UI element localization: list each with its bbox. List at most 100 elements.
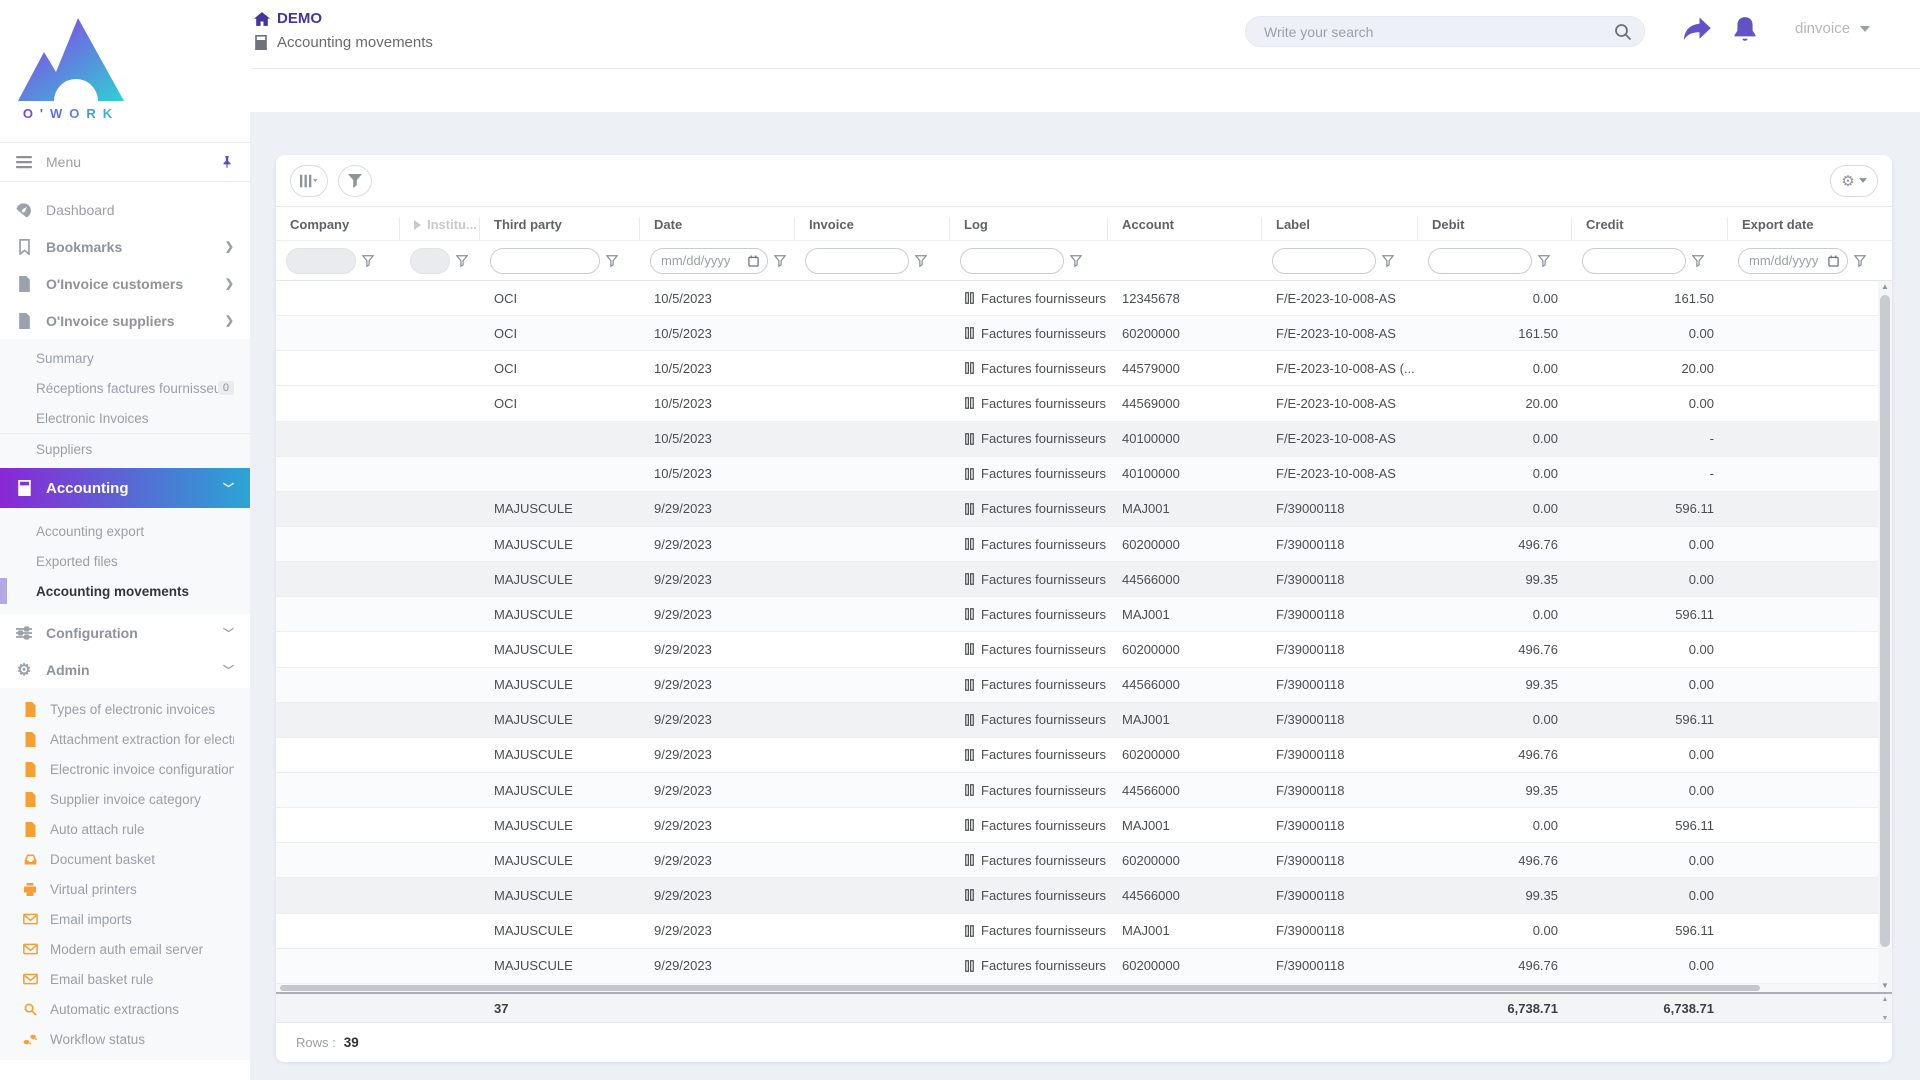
filter-button[interactable] — [338, 164, 372, 197]
column-header-institution[interactable]: Institu... — [400, 217, 480, 240]
vertical-scrollbar[interactable]: ▲ ▼ — [1878, 281, 1892, 992]
cell-date: 9/29/2023 — [654, 571, 712, 587]
sidebar-item-electronic-invoice-configuration[interactable]: Electronic invoice configuration — [0, 754, 250, 784]
filter-funnel-icon[interactable] — [1854, 254, 1866, 267]
column-header-credit[interactable]: Credit — [1572, 217, 1728, 240]
filter-funnel-icon[interactable] — [774, 254, 786, 267]
table-row[interactable]: MAJUSCULE 9/29/2023 Factures fournisseur… — [276, 491, 1892, 527]
columns-button[interactable] — [290, 164, 328, 197]
sidebar-item-oinvoice-suppliers[interactable]: O'Invoice suppliers ❯ — [0, 302, 250, 339]
filter-funnel-icon[interactable] — [1382, 254, 1394, 267]
user-menu[interactable]: dinvoice — [1795, 20, 1871, 37]
share-icon[interactable] — [1682, 16, 1712, 44]
filter-label-input[interactable] — [1272, 247, 1376, 274]
filter-log-input[interactable] — [960, 247, 1064, 274]
cell-third-party: OCI — [494, 325, 518, 341]
search-input[interactable] — [1264, 23, 1614, 40]
filter-credit-input[interactable] — [1582, 247, 1686, 274]
sidebar-item-configuration[interactable]: Configuration ﹀ — [0, 614, 250, 651]
filter-invoice-input[interactable] — [805, 247, 909, 274]
table-row[interactable]: MAJUSCULE 9/29/2023 Factures fournisseur… — [276, 562, 1892, 598]
sidebar-item-accounting[interactable]: Accounting ﹀ — [0, 468, 250, 508]
table-row[interactable]: MAJUSCULE 9/29/2023 Factures fournisseur… — [276, 632, 1892, 668]
cell-account: MAJ001 — [1122, 817, 1170, 833]
horizontal-scrollbar[interactable] — [276, 984, 1892, 992]
sidebar-item-email-imports[interactable]: Email imports — [0, 904, 250, 934]
filter-funnel-icon[interactable] — [1692, 254, 1704, 267]
sidebar-item-modern-auth-email-server[interactable]: Modern auth email server — [0, 934, 250, 964]
column-header-export-date[interactable]: Export date — [1728, 217, 1878, 240]
table-row[interactable]: MAJUSCULE 9/29/2023 Factures fournisseur… — [276, 843, 1892, 879]
sidebar-item-exported-files[interactable]: Exported files — [0, 546, 250, 576]
table-row[interactable]: 10/5/2023 Factures fournisseurs 40100000… — [276, 456, 1892, 492]
sidebar-item-automatic-extractions[interactable]: Automatic extractions — [0, 994, 250, 1024]
table-row[interactable]: MAJUSCULE 9/29/2023 Factures fournisseur… — [276, 667, 1892, 703]
search-icon[interactable] — [1614, 23, 1632, 41]
sidebar-item-oinvoice-customers[interactable]: O'Invoice customers ❯ — [0, 265, 250, 302]
logo[interactable]: O'WORK — [16, 10, 126, 121]
column-header-third-party[interactable]: Third party — [480, 217, 640, 240]
table-row[interactable]: MAJUSCULE 9/29/2023 Factures fournisseur… — [276, 702, 1892, 738]
table-settings-button[interactable]: ⚙ — [1830, 164, 1878, 197]
sidebar-item-attachment-extraction[interactable]: Attachment extraction for electroni — [0, 724, 250, 754]
filter-third-party-input[interactable] — [490, 247, 600, 274]
scroll-up-icon[interactable]: ▲ — [1881, 281, 1889, 293]
column-header-company[interactable]: Company — [276, 217, 400, 240]
horizontal-scrollbar-thumb[interactable] — [280, 985, 1760, 991]
table-row[interactable]: OCI 10/5/2023 Factures fournisseurs 4456… — [276, 386, 1892, 422]
column-header-label[interactable]: Label — [1262, 217, 1418, 240]
filter-funnel-icon[interactable] — [606, 254, 618, 267]
table-row[interactable]: MAJUSCULE 9/29/2023 Factures fournisseur… — [276, 597, 1892, 633]
vertical-scrollbar-thumb[interactable] — [1880, 295, 1890, 947]
sidebar-item-summary[interactable]: Summary — [0, 343, 250, 373]
sidebar-item-workflow-status[interactable]: Workflow status — [0, 1024, 250, 1054]
column-header-date[interactable]: Date — [640, 217, 795, 240]
column-header-account[interactable]: Account — [1108, 217, 1262, 240]
table-row[interactable]: OCI 10/5/2023 Factures fournisseurs 6020… — [276, 316, 1892, 352]
breadcrumb-home[interactable]: DEMO — [254, 10, 433, 27]
column-header-log[interactable]: Log — [950, 217, 1108, 240]
gear-icon: ⚙ — [1841, 172, 1855, 190]
sidebar-item-email-basket-rule[interactable]: Email basket rule — [0, 964, 250, 994]
table-row[interactable]: MAJUSCULE 9/29/2023 Factures fournisseur… — [276, 948, 1892, 984]
sidebar-item-accounting-export[interactable]: Accounting export — [0, 516, 250, 546]
hamburger-icon[interactable] — [16, 155, 32, 169]
sidebar-item-electronic-invoices[interactable]: Electronic Invoices — [0, 403, 250, 433]
filter-export-date-input[interactable]: mm/dd/yyyy — [1738, 247, 1848, 274]
sidebar-item-admin[interactable]: ⚙ Admin ﹀ — [0, 651, 250, 688]
table-row[interactable]: OCI 10/5/2023 Factures fournisseurs 1234… — [276, 281, 1892, 317]
filter-debit-input[interactable] — [1428, 247, 1532, 274]
bell-icon[interactable] — [1732, 16, 1758, 44]
table-row[interactable]: 10/5/2023 Factures fournisseurs 40100000… — [276, 421, 1892, 457]
sidebar-item-virtual-printers[interactable]: Virtual printers — [0, 874, 250, 904]
column-header-invoice[interactable]: Invoice — [795, 217, 950, 240]
sidebar-item-document-basket[interactable]: Document basket — [0, 844, 250, 874]
table-row[interactable]: MAJUSCULE 9/29/2023 Factures fournisseur… — [276, 914, 1892, 949]
scroll-down-icon[interactable]: ▼ — [1881, 980, 1889, 992]
sidebar-item-suppliers[interactable]: Suppliers — [0, 434, 250, 464]
filter-date-input[interactable]: mm/dd/yyyy — [650, 247, 768, 274]
sidebar-item-supplier-invoice-category[interactable]: Supplier invoice category — [0, 784, 250, 814]
table-row[interactable]: MAJUSCULE 9/29/2023 Factures fournisseur… — [276, 808, 1892, 844]
table-row[interactable]: MAJUSCULE 9/29/2023 Factures fournisseur… — [276, 738, 1892, 773]
filter-funnel-icon[interactable] — [1070, 254, 1082, 267]
filter-funnel-icon[interactable] — [362, 254, 374, 267]
sidebar-item-bookmarks[interactable]: Bookmarks ❯ — [0, 228, 250, 265]
sidebar-item-auto-attach-rule[interactable]: Auto attach rule — [0, 814, 250, 844]
pin-icon[interactable] — [220, 154, 234, 170]
filter-funnel-icon[interactable] — [915, 254, 927, 267]
filter-funnel-icon[interactable] — [456, 254, 468, 267]
table-row[interactable]: MAJUSCULE 9/29/2023 Factures fournisseur… — [276, 772, 1892, 809]
sidebar-item-dashboard[interactable]: Dashboard — [0, 191, 250, 228]
sidebar-item-types-electronic-invoices[interactable]: Types of electronic invoices — [0, 694, 250, 724]
filter-funnel-icon[interactable] — [1538, 254, 1550, 267]
sidebar-item-accounting-movements[interactable]: Accounting movements — [0, 576, 250, 606]
sidebar-item-receptions[interactable]: Réceptions factures fournisseurs 0 — [0, 373, 250, 403]
journal-icon — [964, 749, 975, 761]
cell-label: F/39000118 — [1276, 782, 1345, 798]
table-row[interactable]: OCI 10/5/2023 Factures fournisseurs 4457… — [276, 351, 1892, 387]
totals-scroll-stub[interactable]: ▲ ▼ — [1878, 994, 1892, 1024]
column-header-debit[interactable]: Debit — [1418, 217, 1572, 240]
table-row[interactable]: MAJUSCULE 9/29/2023 Factures fournisseur… — [276, 526, 1892, 563]
table-row[interactable]: MAJUSCULE 9/29/2023 Factures fournisseur… — [276, 878, 1892, 914]
